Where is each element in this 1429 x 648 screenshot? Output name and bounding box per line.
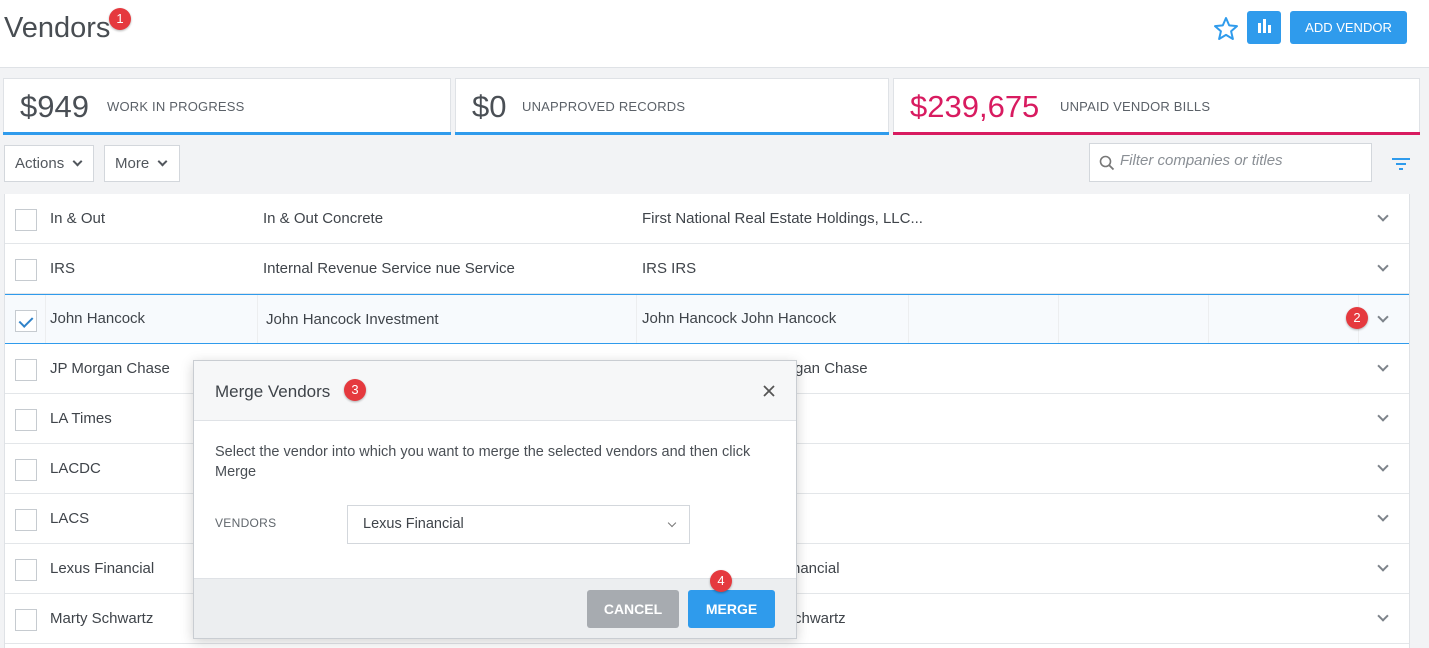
chevron-down-icon[interactable] — [1377, 510, 1389, 522]
dialog-header: Merge Vendors 3 — [194, 361, 796, 421]
close-icon[interactable] — [761, 383, 777, 399]
vendor-company: In & Out Concrete — [263, 210, 384, 227]
vendor-name: LACDC — [50, 460, 101, 477]
merge-vendors-dialog: Merge Vendors 3 Select the vendor into w… — [193, 360, 797, 639]
vendor-name: John Hancock — [50, 310, 146, 327]
chevron-down-icon — [72, 156, 83, 167]
cancel-button[interactable]: CANCEL — [587, 590, 679, 628]
column-divider — [636, 295, 637, 343]
vendor-contact: IRS IRS — [642, 260, 697, 277]
chevron-down-icon[interactable] — [1377, 610, 1389, 622]
dialog-title: Merge Vendors — [215, 382, 331, 401]
reports-chart-button[interactable] — [1247, 11, 1281, 44]
vendor-name: Marty Schwartz — [50, 610, 154, 627]
annotation-badge-2: 2 — [1346, 307, 1368, 329]
search-box[interactable] — [1089, 143, 1372, 182]
filter-icon[interactable] — [1392, 157, 1410, 171]
chevron-down-icon[interactable] — [1377, 260, 1389, 272]
annotation-badge-1: 1 — [109, 8, 131, 30]
vendor-name: IRS — [50, 260, 76, 277]
actions-label: Actions — [15, 155, 65, 172]
vendor-company: Internal Revenue Service nue Service — [263, 260, 515, 277]
chevron-down-icon[interactable] — [1377, 460, 1389, 472]
table-row[interactable]: In & Out In & Out Concrete First Nationa… — [5, 194, 1409, 244]
row-checkbox[interactable] — [15, 259, 37, 281]
kpi-label: UNAPPROVED RECORDS — [522, 99, 686, 114]
dialog-footer: CANCEL MERGE 4 — [194, 570, 796, 638]
annotation-badge-4: 4 — [710, 570, 732, 592]
chevron-down-icon — [157, 156, 168, 167]
vendors-label: VENDORS — [215, 516, 277, 530]
search-icon — [1099, 155, 1115, 171]
row-checkbox[interactable] — [15, 209, 37, 231]
chevron-down-icon[interactable] — [1377, 410, 1389, 422]
search-input[interactable] — [1120, 152, 1360, 169]
chevron-down-icon[interactable] — [1377, 311, 1389, 323]
row-checkbox[interactable] — [15, 559, 37, 581]
vendor-contact: John Hancock John Hancock — [642, 310, 837, 327]
kpi-underline — [455, 132, 889, 135]
kpi-amount: $0 — [472, 89, 507, 124]
more-label: More — [115, 155, 150, 172]
row-checkbox-checked[interactable] — [15, 310, 37, 332]
row-checkbox[interactable] — [15, 409, 37, 431]
column-divider — [45, 295, 46, 343]
page-title: Vendors — [4, 12, 111, 44]
vendor-name: LACS — [50, 510, 90, 527]
kpi-amount: $239,675 — [910, 89, 1040, 124]
chevron-down-icon — [667, 518, 677, 528]
row-checkbox[interactable] — [15, 509, 37, 531]
vendor-contact: chwartz — [794, 610, 846, 627]
kpi-label: UNPAID VENDOR BILLS — [1060, 99, 1211, 114]
kpi-label: WORK IN PROGRESS — [107, 99, 245, 114]
kpi-underline — [3, 132, 451, 135]
dialog-message: Select the vendor into which you want to… — [215, 444, 751, 480]
column-divider — [1058, 295, 1059, 343]
annotation-badge-3: 3 — [344, 379, 366, 401]
checkmark-icon — [18, 313, 34, 328]
actions-dropdown[interactable]: Actions — [4, 145, 94, 182]
vendor-name: In & Out — [50, 210, 106, 227]
merge-button[interactable]: MERGE — [688, 590, 775, 628]
vendor-name: JP Morgan Chase — [50, 360, 170, 377]
chevron-down-icon[interactable] — [1377, 210, 1389, 222]
vendor-select-value: Lexus Financial — [363, 516, 464, 532]
vendor-company: John Hancock Investment — [266, 311, 439, 328]
kpi-underline — [893, 132, 1420, 135]
column-divider — [257, 295, 258, 343]
favorite-star-icon[interactable] — [1213, 16, 1239, 42]
chevron-down-icon[interactable] — [1377, 560, 1389, 572]
top-bar: Vendors 1 ADD VENDOR — [0, 0, 1429, 68]
vendor-name: Lexus Financial — [50, 560, 155, 577]
column-divider — [1208, 295, 1209, 343]
row-checkbox[interactable] — [15, 359, 37, 381]
row-checkbox[interactable] — [15, 609, 37, 631]
kpi-amount: $949 — [20, 89, 89, 124]
chevron-down-icon[interactable] — [1377, 360, 1389, 372]
vendor-contact: First National Real Estate Holdings, LLC… — [642, 210, 923, 227]
kpi-unpaid-vendor-bills[interactable]: $239,675 UNPAID VENDOR BILLS — [893, 78, 1420, 135]
table-row[interactable]: IRS Internal Revenue Service nue Service… — [5, 244, 1409, 294]
bar-chart-icon — [1258, 19, 1271, 33]
vendor-select[interactable]: Lexus Financial — [347, 505, 690, 544]
kpi-work-in-progress[interactable]: $949 WORK IN PROGRESS — [3, 78, 451, 135]
column-divider — [908, 295, 909, 343]
more-dropdown[interactable]: More — [104, 145, 180, 182]
add-vendor-button[interactable]: ADD VENDOR — [1290, 11, 1407, 44]
table-row-selected[interactable]: John Hancock John Hancock Investment Joh… — [5, 294, 1409, 344]
vendor-contact: rgan Chase — [790, 360, 868, 377]
row-checkbox[interactable] — [15, 459, 37, 481]
kpi-unapproved-records[interactable]: $0 UNAPPROVED RECORDS — [455, 78, 889, 135]
vendor-name: LA Times — [50, 410, 112, 427]
vendor-contact: nancial — [792, 560, 840, 577]
